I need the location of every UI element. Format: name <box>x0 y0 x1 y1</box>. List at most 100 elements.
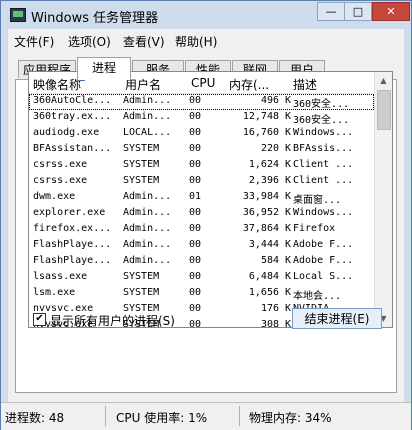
process-mem-cell: 33,984 <box>242 191 279 202</box>
process-user-cell: Admin... <box>123 111 172 122</box>
process-name-cell: BFAssistan... <box>33 143 112 154</box>
process-name-cell: 360AutoCle... <box>33 95 112 106</box>
process-user-cell: SYSTEM <box>123 175 160 186</box>
process-name-cell: FlashPlaye... <box>33 255 112 266</box>
process-row[interactable]: FlashPlaye... Admin... 00 584 K Adobe F... <box>29 254 374 270</box>
process-desc-cell: Adobe F... <box>293 239 354 250</box>
process-user-cell: Admin... <box>123 207 172 218</box>
process-row[interactable]: explorer.exe Admin... 00 36,952 K Windows... <box>29 206 374 222</box>
process-desc-cell: 360安全... <box>293 115 350 126</box>
process-mem-cell: 12,748 <box>242 111 279 122</box>
process-name-cell: lsm.exe <box>33 287 76 298</box>
process-cpu-cell: 00 <box>189 223 202 234</box>
process-cpu-cell: 00 <box>189 207 202 218</box>
process-cpu-cell: 00 <box>189 143 202 154</box>
process-cpu-cell: 00 <box>189 95 202 106</box>
process-name-cell: 360tray.ex... <box>33 111 112 122</box>
column-header-description[interactable]: 描述 <box>293 76 317 93</box>
process-desc-cell: BFAssis... <box>293 143 354 154</box>
column-header-memory[interactable]: 内存(... <box>229 76 269 93</box>
process-user-cell: LOCAL... <box>123 127 172 138</box>
process-cpu-cell: 00 <box>189 271 202 282</box>
process-user-cell: SYSTEM <box>123 159 160 170</box>
column-header-image-name[interactable]: 映像名称▲ <box>33 73 85 93</box>
menu-help[interactable]: 帮助(H) <box>175 33 217 50</box>
scroll-thumb[interactable] <box>377 90 391 130</box>
process-desc-cell: Local S... <box>293 271 354 282</box>
process-mem-cell: 1,624 <box>248 159 279 170</box>
process-name-cell: lsass.exe <box>33 271 88 282</box>
process-row[interactable]: dwm.exe Admin... 01 33,984 K 桌面窗... <box>29 190 374 206</box>
process-name-cell: dwm.exe <box>33 191 76 202</box>
process-desc-cell: Client ... <box>293 159 354 170</box>
process-user-cell: Admin... <box>123 191 172 202</box>
tab-processes[interactable]: 进程 <box>77 57 131 80</box>
process-row[interactable]: BFAssistan... SYSTEM 00 220 K BFAssis... <box>29 142 374 158</box>
process-row[interactable]: lsass.exe SYSTEM 00 6,484 K Local S... <box>29 270 374 286</box>
menu-options[interactable]: 选项(O) <box>68 33 111 50</box>
process-name-cell: audiodg.exe <box>33 127 100 138</box>
process-user-cell: SYSTEM <box>123 143 160 154</box>
process-user-cell: SYSTEM <box>123 271 160 282</box>
process-row[interactable]: 360AutoCle... Admin... 00 496 K 360安全... <box>29 94 374 110</box>
process-cpu-cell: 00 <box>189 287 202 298</box>
process-mem-cell: 176 <box>260 303 279 314</box>
status-physical-memory: 物理内存: 34% <box>249 411 332 425</box>
process-row[interactable]: csrss.exe SYSTEM 00 1,624 K Client ... <box>29 158 374 174</box>
process-row[interactable]: firefox.ex... Admin... 00 37,864 K Firefox <box>29 222 374 238</box>
process-cpu-cell: 00 <box>189 175 202 186</box>
process-desc-cell: 桌面窗... <box>293 195 342 206</box>
process-cpu-cell: 00 <box>189 111 202 122</box>
process-desc-cell: Windows... <box>293 127 354 138</box>
process-cpu-cell: 00 <box>189 319 202 328</box>
column-header-cpu[interactable]: CPU <box>191 76 215 90</box>
process-cpu-cell: 00 <box>189 255 202 266</box>
process-mem-cell: 37,864 <box>242 223 279 234</box>
process-cpu-cell: 00 <box>189 159 202 170</box>
process-rows: 360AutoCle... Admin... 00 496 K 360安全... 360tr… <box>29 94 374 328</box>
process-cpu-cell: 01 <box>189 191 202 202</box>
process-desc-cell: Adobe F... <box>293 255 354 266</box>
show-all-users-checkbox[interactable]: ✔ <box>33 313 46 326</box>
menu-view[interactable]: 查看(V) <box>123 33 165 50</box>
scroll-up-icon[interactable]: ▲ <box>375 72 392 89</box>
process-cpu-cell: 00 <box>189 127 202 138</box>
client-area: 文件(F) 选项(O) 查看(V) 帮助(H) 应用程序 进程 服务 性能 联网… <box>8 29 404 402</box>
task-manager-icon <box>10 8 26 22</box>
process-user-cell: Admin... <box>123 95 172 106</box>
process-row[interactable]: audiodg.exe LOCAL... 00 16,760 K Windows... <box>29 126 374 142</box>
window-title: Windows 任务管理器 <box>31 11 159 26</box>
process-mem-cell: 584 <box>260 255 279 266</box>
process-mem-cell: 220 <box>260 143 279 154</box>
status-divider <box>105 406 106 426</box>
process-mem-cell: 3,444 <box>248 239 279 250</box>
process-mem-cell: 36,952 <box>242 207 279 218</box>
close-button[interactable]: ✕ <box>372 2 410 21</box>
process-row[interactable]: FlashPlaye... Admin... 00 3,444 K Adobe F... <box>29 238 374 254</box>
process-list[interactable]: 映像名称▲ 用户名 CPU 内存(... 描述 360AutoCle...Adm… <box>28 71 393 328</box>
process-name-cell: firefox.ex... <box>33 223 112 234</box>
process-row[interactable]: 360tray.ex... Admin... 00 12,748 K 360安全... <box>29 110 374 126</box>
process-cpu-cell: 00 <box>189 239 202 250</box>
maximize-button[interactable]: □ <box>344 2 372 21</box>
process-mem-cell: 2,396 <box>248 175 279 186</box>
process-user-cell: Admin... <box>123 239 172 250</box>
show-all-users-label[interactable]: 显示所有用户的进程(S) <box>50 312 175 329</box>
vertical-scrollbar[interactable]: ▲ ▼ <box>374 72 392 327</box>
title-bar[interactable]: Windows 任务管理器 — □ ✕ <box>1 1 411 29</box>
minimize-button[interactable]: — <box>317 2 345 21</box>
process-mem-cell: 16,760 <box>242 127 279 138</box>
process-desc-cell: Firefox <box>293 223 336 234</box>
status-cpu-usage: CPU 使用率: 1% <box>116 411 208 425</box>
process-row[interactable]: lsm.exe SYSTEM 00 1,656 K 本地会... <box>29 286 374 302</box>
status-divider <box>239 406 240 426</box>
process-name-cell: csrss.exe <box>33 175 88 186</box>
process-mem-cell: 6,484 <box>248 271 279 282</box>
process-mem-cell: 308 <box>260 319 279 328</box>
end-process-button[interactable]: 结束进程(E) <box>292 308 382 329</box>
process-name-cell: csrss.exe <box>33 159 88 170</box>
process-user-cell: Admin... <box>123 255 172 266</box>
process-desc-cell: Windows... <box>293 207 354 218</box>
menu-file[interactable]: 文件(F) <box>14 33 54 50</box>
process-row[interactable]: csrss.exe SYSTEM 00 2,396 K Client ... <box>29 174 374 190</box>
